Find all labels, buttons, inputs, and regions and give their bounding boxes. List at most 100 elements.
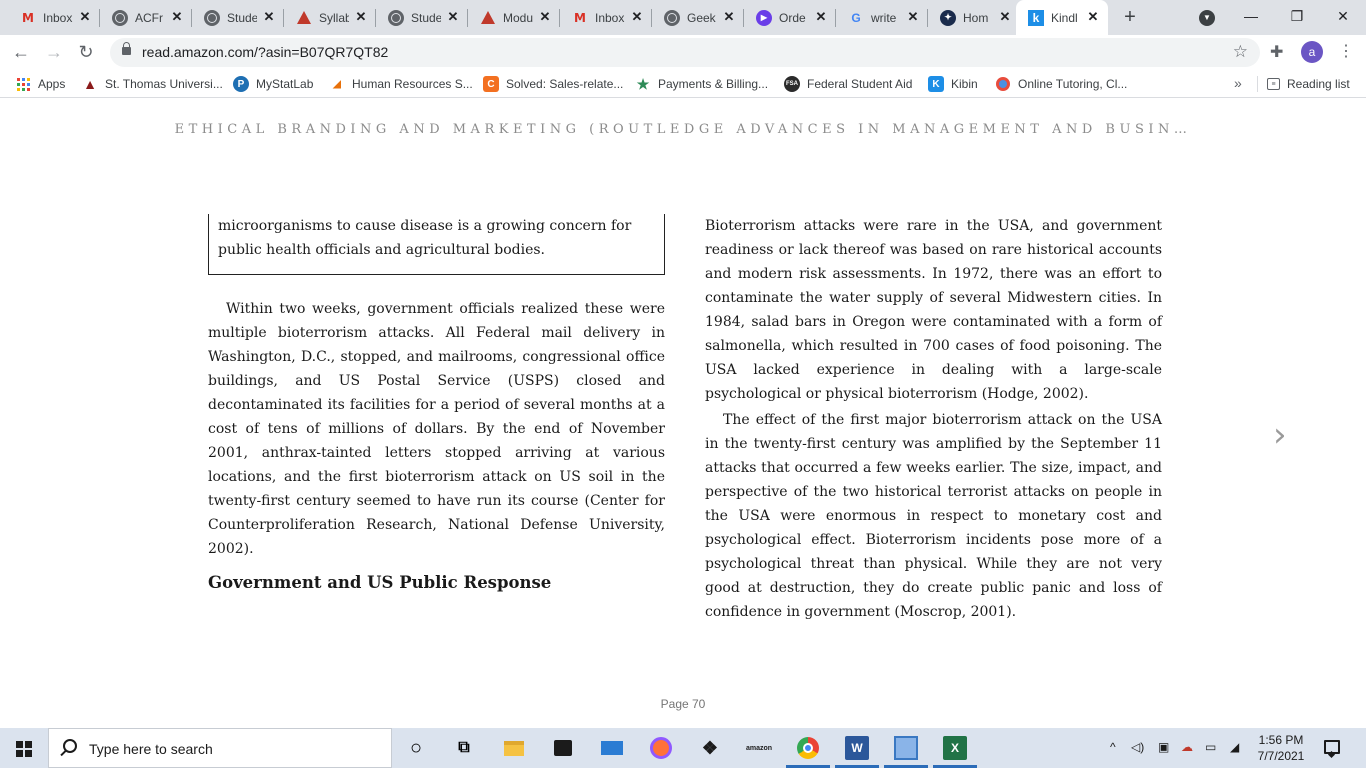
bookmarks-divider — [1257, 76, 1258, 92]
show-hidden-icons-chevron-icon[interactable]: ^ — [1110, 740, 1116, 754]
close-icon[interactable]: ✕ — [814, 10, 828, 24]
bookmark-solved[interactable]: C Solved: Sales-relate... — [483, 75, 623, 93]
tab-syllab[interactable]: Syllab ✕ — [276, 0, 376, 35]
tab-title: ACFr — [135, 10, 163, 25]
bookmark-label: Apps — [38, 77, 66, 91]
bookmark-st-thomas[interactable]: ▲ St. Thomas Universi... — [82, 75, 223, 93]
bookmark-label: Human Resources S... — [352, 77, 473, 91]
close-icon[interactable]: ✕ — [998, 10, 1012, 24]
tab-stude-1[interactable]: Stude ✕ — [184, 0, 284, 35]
bookmark-payments[interactable]: ★ Payments & Billing... — [635, 75, 768, 93]
close-window-button[interactable]: ✕ — [1333, 6, 1353, 26]
close-icon[interactable]: ✕ — [354, 10, 368, 24]
chrome-icon[interactable] — [796, 736, 820, 760]
university-logo-icon: ▲ — [83, 76, 97, 92]
clock-time: 1:56 PM — [1258, 733, 1304, 747]
battery-icon[interactable]: ▭ — [1205, 740, 1216, 754]
close-icon[interactable]: ✕ — [170, 10, 184, 24]
gmail-icon: M — [22, 10, 34, 25]
tab-title: Orde — [779, 10, 806, 25]
url-text[interactable]: read.amazon.com/?asin=B07QR7QT82 — [142, 44, 388, 60]
taskbar-search-input[interactable]: Type here to search — [48, 728, 392, 768]
mail-icon[interactable] — [600, 736, 624, 760]
bookmark-federal-student-aid[interactable]: FSA Federal Student Aid — [784, 75, 912, 93]
mystatlab-icon: P — [233, 76, 249, 92]
tab-title: Syllab — [319, 10, 349, 25]
bookmark-mystatlab[interactable]: P MyStatLab — [233, 75, 313, 93]
firefox-icon[interactable] — [649, 736, 673, 760]
close-icon[interactable]: ✕ — [78, 10, 92, 24]
close-icon[interactable]: ✕ — [630, 10, 644, 24]
bookmark-label: Payments & Billing... — [658, 77, 769, 91]
chegg-icon: C — [483, 76, 499, 92]
reading-list-button[interactable]: ≡ Reading list — [1267, 75, 1350, 93]
minimize-button[interactable]: — — [1241, 6, 1261, 26]
forward-button[interactable]: → — [43, 41, 65, 63]
tab-modu[interactable]: Modu ✕ — [460, 0, 560, 35]
tab-title: Kindl — [1051, 10, 1078, 25]
chart-icon: ◢ — [333, 78, 341, 90]
reading-list-icon: ≡ — [1267, 78, 1280, 90]
bookmark-kibin[interactable]: K Kibin — [928, 75, 978, 93]
tab-title: Modu — [503, 10, 533, 25]
task-view-icon[interactable]: ⧉ — [452, 736, 476, 760]
bookmark-apps[interactable]: Apps — [15, 75, 65, 93]
bookmarks-overflow-button[interactable]: » — [1234, 75, 1242, 91]
meet-now-icon[interactable]: ▣ — [1158, 740, 1169, 754]
play-icon: ▶ — [756, 9, 772, 26]
next-page-chevron-icon[interactable]: › — [1273, 418, 1297, 452]
bookmark-label: Solved: Sales-relate... — [506, 77, 624, 91]
amazon-icon[interactable]: amazon — [746, 736, 772, 760]
kindle-reader: ETHICAL BRANDING AND MARKETING (ROUTLEDG… — [0, 98, 1366, 728]
tab-strip: M Inbox ✕ ACFr ✕ Stude ✕ Syllab ✕ Stude … — [0, 0, 1366, 35]
wifi-icon[interactable]: ◢ — [1230, 740, 1239, 754]
close-icon[interactable]: ✕ — [538, 10, 552, 24]
avatar[interactable]: a — [1301, 41, 1323, 63]
back-button[interactable]: ← — [10, 41, 32, 63]
canvas-icon — [480, 10, 496, 26]
canvas-icon — [296, 10, 312, 26]
tab-acfr[interactable]: ACFr ✕ — [92, 0, 192, 35]
bookmark-label: St. Thomas Universi... — [105, 77, 223, 91]
close-icon[interactable]: ✕ — [722, 10, 736, 24]
file-explorer-icon[interactable] — [502, 736, 526, 760]
bookmark-human-resources[interactable]: ◢ Human Resources S... — [329, 75, 473, 93]
star-badge-icon: ★ — [636, 75, 650, 92]
extensions-icon[interactable]: ✚ — [1270, 42, 1283, 62]
cloud-error-icon[interactable]: ☁ — [1181, 740, 1193, 754]
close-icon[interactable]: ✕ — [1086, 10, 1100, 24]
more-menu-icon[interactable]: ⋮ — [1338, 41, 1354, 61]
tab-write[interactable]: G write ✕ — [828, 0, 928, 35]
tab-hom[interactable]: ✦ Hom ✕ — [920, 0, 1020, 35]
excel-icon[interactable]: X — [943, 736, 967, 760]
bookmark-online-tutoring[interactable]: Online Tutoring, Cl... — [995, 75, 1127, 93]
reload-button[interactable]: ↻ — [75, 41, 97, 63]
windows-start-icon[interactable] — [16, 741, 32, 757]
tab-orde[interactable]: ▶ Orde ✕ — [736, 0, 836, 35]
restore-button[interactable]: ❐ — [1287, 6, 1307, 26]
notifications-icon[interactable] — [1324, 740, 1340, 754]
bookmark-star-icon[interactable]: ☆ — [1233, 42, 1248, 62]
tab-inbox-1[interactable]: M Inbox ✕ — [0, 0, 100, 35]
tab-inbox-2[interactable]: M Inbox ✕ — [552, 0, 652, 35]
close-icon[interactable]: ✕ — [906, 10, 920, 24]
tab-kindle[interactable]: k Kindl ✕ — [1016, 0, 1108, 35]
system-clock[interactable]: 1:56 PM 7/7/2021 — [1253, 732, 1309, 764]
cortana-icon[interactable]: ○ — [404, 736, 428, 760]
tab-geek[interactable]: Geek ✕ — [644, 0, 744, 35]
dropbox-icon[interactable]: ❖ — [698, 736, 722, 760]
control-panel-icon[interactable] — [894, 736, 918, 760]
volume-icon[interactable]: ◁) — [1131, 740, 1144, 754]
close-icon[interactable]: ✕ — [446, 10, 460, 24]
tab-search-icon[interactable]: ▼ — [1199, 10, 1215, 26]
tab-title: Stude — [227, 10, 257, 25]
bookmark-label: Federal Student Aid — [807, 77, 913, 91]
search-icon — [63, 739, 77, 753]
tab-stude-2[interactable]: Stude ✕ — [368, 0, 468, 35]
word-icon[interactable]: W — [845, 736, 869, 760]
globe-icon — [112, 9, 128, 26]
address-bar[interactable]: read.amazon.com/?asin=B07QR7QT82 ☆ — [110, 38, 1260, 67]
store-icon[interactable] — [551, 736, 575, 760]
new-tab-button[interactable]: + — [1120, 7, 1140, 27]
close-icon[interactable]: ✕ — [262, 10, 276, 24]
